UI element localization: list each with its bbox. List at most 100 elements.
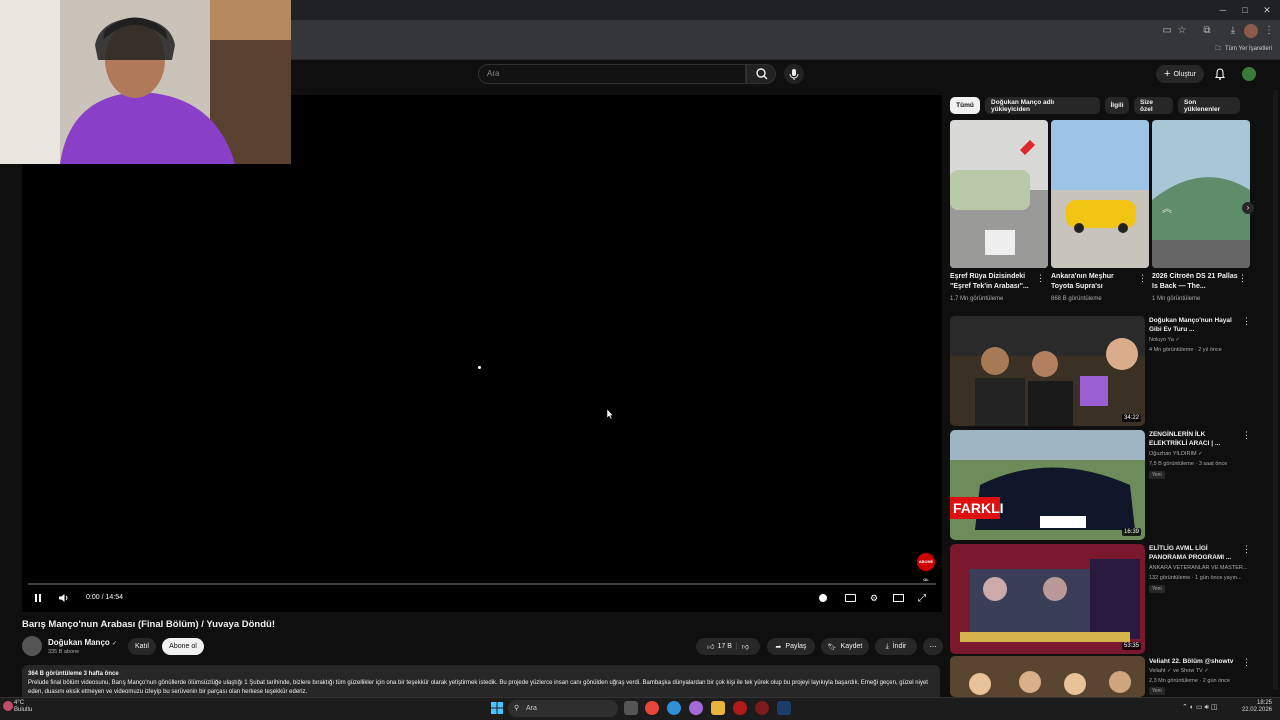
steam-icon[interactable] [777, 701, 791, 715]
star-icon[interactable]: ☆ [1175, 24, 1189, 38]
shelf-thumbnail[interactable]: ︽ [1152, 120, 1250, 268]
recommendation-channel[interactable]: Noluyo Ya ✓ [1149, 337, 1180, 343]
app-icon[interactable] [755, 701, 769, 715]
fullscreen-button[interactable]: ⤢ [915, 590, 929, 606]
mouse-cursor-icon [606, 408, 614, 420]
theater-button[interactable] [891, 590, 905, 606]
recommendation-thumbnail[interactable]: FARKLI 16:39 [950, 430, 1145, 540]
like-button[interactable]: 👍︎ 17 B [707, 642, 732, 651]
chrome-icon[interactable] [645, 701, 659, 715]
recommendation-channel[interactable]: Oğuzhan YILDIRIM ✓ [1149, 451, 1203, 457]
all-bookmarks-button[interactable]: 🗀 Tüm Yer İşaretleri [1215, 44, 1272, 54]
notifications-button[interactable] [1213, 67, 1227, 81]
pause-button[interactable] [30, 590, 46, 606]
svg-text:FARKLI: FARKLI [953, 500, 1004, 516]
more-icon[interactable]: ⋮ [1242, 657, 1251, 668]
recommendation-meta: 132 görüntüleme · 1 gün önce yayın... [1149, 575, 1242, 581]
page-scrollbar[interactable] [1273, 90, 1278, 690]
thumbs-up-icon: 👍︎ [707, 644, 715, 651]
close-window-button[interactable]: ✕ [1256, 2, 1278, 18]
progress-bar[interactable] [28, 583, 936, 585]
chip-from-uploader[interactable]: Doğukan Manço adlı yükleyiciden [985, 97, 1100, 114]
subtitles-icon [844, 594, 856, 602]
more-icon[interactable]: ⋮ [1036, 273, 1045, 284]
chevron-right-icon: › [1246, 203, 1250, 212]
cast-icon[interactable]: ▭ [1160, 24, 1174, 38]
recommendation-channel[interactable]: ANKARA VETERANLAR VE MASTER... [1149, 565, 1247, 571]
subscribe-button[interactable]: Abone ol [162, 638, 204, 655]
subscribe-watermark[interactable]: ABONE OL [917, 553, 935, 582]
settings-button[interactable]: ⚙ [867, 590, 881, 606]
shelf-title[interactable]: Ankara'nın Meşhur Toyota Supra'sı [1051, 272, 1137, 292]
save-button[interactable]: 🔖︎ Kaydet [821, 638, 869, 655]
tray-icons[interactable]: ⌃ ◐ ▭ 🔊︎ ◫ [1182, 703, 1218, 712]
chip-recent[interactable]: Son yüklenenler [1178, 97, 1240, 114]
more-icon[interactable]: ⋮ [1238, 273, 1247, 284]
more-icon: ⋯ [929, 643, 937, 651]
search-input[interactable]: Ara [478, 64, 746, 84]
create-label: Oluştur [1173, 70, 1196, 78]
duration-badge: 16:39 [1121, 528, 1141, 536]
recommendation-title[interactable]: ZENGİNLERİN İLK ELEKTRİKLİ ARACI | ... [1149, 430, 1239, 448]
start-button[interactable] [490, 701, 504, 715]
recommendation-channel[interactable]: Veliaht ✓ ve Show TV ✓ [1149, 668, 1209, 674]
app-icon[interactable] [733, 701, 747, 715]
voice-search-button[interactable] [784, 64, 804, 84]
copilot-icon[interactable] [689, 701, 703, 715]
chip-for-you[interactable]: Size özel [1134, 97, 1173, 114]
menu-icon[interactable]: ⋮ [1262, 24, 1276, 38]
channel-name[interactable]: Doğukan Manço ✓ [48, 638, 117, 647]
extensions-icon[interactable]: ⧉ [1200, 24, 1214, 38]
autoplay-toggle[interactable] [816, 590, 830, 606]
channel-avatar[interactable] [22, 636, 42, 656]
chip-all[interactable]: Tümü [950, 97, 980, 114]
search-button[interactable] [746, 64, 776, 84]
clock[interactable]: 18:25 22.02.2026 [1228, 700, 1272, 714]
dislike-button[interactable]: 👎︎ [742, 642, 749, 651]
description-box[interactable]: 364 B görüntüleme 3 hafta önce Prelude f… [22, 665, 940, 701]
recommendation-title[interactable]: Doğukan Manço'nun Hayal Gibi Ev Turu ... [1149, 316, 1239, 334]
join-button[interactable]: Katıl [128, 638, 156, 655]
recommendation-meta: 2,3 Mn görüntüleme · 2 gün önce [1149, 678, 1231, 684]
recommendation-title[interactable]: Veliaht 22. Bölüm @showtv [1149, 657, 1239, 666]
new-badge: Yeni [1149, 687, 1165, 695]
chip-related[interactable]: İlgili [1105, 97, 1129, 114]
more-icon[interactable]: ⋮ [1242, 544, 1251, 555]
task-view-icon[interactable] [624, 701, 638, 715]
minimize-button[interactable]: ─ [1212, 2, 1234, 18]
svg-text:︽: ︽ [1162, 204, 1172, 215]
webcam-overlay [0, 0, 291, 164]
volume-button[interactable] [56, 590, 72, 606]
weather-widget[interactable]: 4°C Bulutlu [14, 700, 32, 714]
download-label: İndir [892, 643, 907, 650]
subtitles-button[interactable] [843, 590, 857, 606]
profile-icon[interactable] [1244, 24, 1258, 38]
download-button[interactable]: ⤓ İndir [875, 638, 917, 655]
maximize-button[interactable]: □ [1234, 2, 1256, 18]
shelf-thumbnail[interactable] [1051, 120, 1149, 268]
fullscreen-icon: ⤢ [918, 592, 926, 604]
recommendation-thumbnail[interactable]: 53:35 [950, 544, 1145, 654]
share-button[interactable]: ➦ Paylaş [767, 638, 815, 655]
download-icon[interactable]: ⤓ [1226, 24, 1240, 38]
recommendation-thumbnail[interactable]: 34:22 [950, 316, 1145, 426]
more-icon[interactable]: ⋮ [1138, 273, 1147, 284]
create-button[interactable]: + Oluştur [1156, 65, 1204, 83]
more-actions-button[interactable]: ⋯ [923, 638, 943, 655]
shelf-next-button[interactable]: › [1242, 202, 1254, 214]
shelf-title[interactable]: 2026 Citroën DS 21 Pallas Is Back — The.… [1152, 272, 1238, 292]
more-icon[interactable]: ⋮ [1242, 430, 1251, 441]
more-icon[interactable]: ⋮ [1242, 316, 1251, 327]
edge-icon[interactable] [667, 701, 681, 715]
recommendation-title[interactable]: ELİTLİG AVML LİGİ PANORAMA PROGRAMI ... [1149, 544, 1239, 562]
recommendation-thumbnail[interactable] [950, 656, 1145, 697]
shelf-title[interactable]: Eşref Rüya Dizisindeki "Eşref Tek'in Ara… [950, 272, 1036, 292]
shelf-thumbnail[interactable] [950, 120, 1048, 268]
account-avatar[interactable] [1242, 67, 1256, 81]
save-label: Kaydet [840, 643, 863, 650]
like-dislike-group: 👍︎ 17 B | 👎︎ [696, 638, 760, 655]
search-icon: ⚲ [514, 705, 520, 712]
taskbar-search[interactable]: ⚲ Ara [508, 700, 618, 717]
video-player[interactable] [22, 95, 942, 612]
file-explorer-icon[interactable] [711, 701, 725, 715]
